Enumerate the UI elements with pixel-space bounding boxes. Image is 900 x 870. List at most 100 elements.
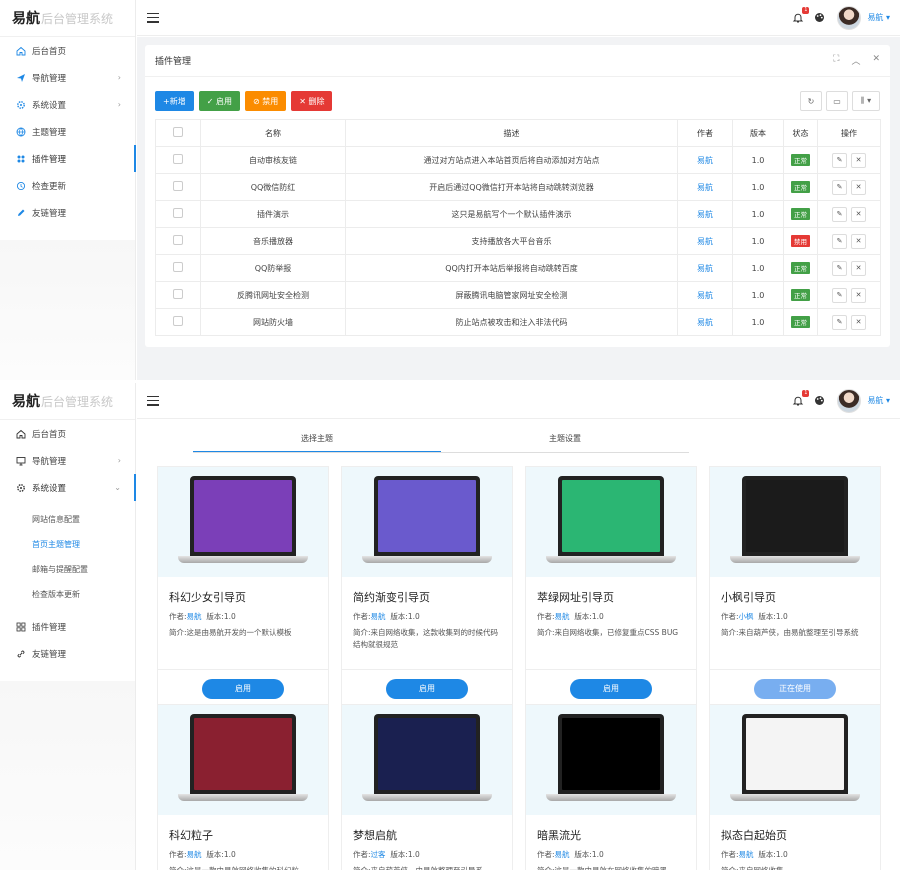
remove-icon[interactable]: ✕ (851, 287, 866, 303)
brand-logo[interactable]: 易航 后台管理系统 (0, 383, 135, 419)
add-button[interactable]: +新增 (155, 91, 194, 111)
plugin-author[interactable]: 易航 (677, 308, 733, 336)
theme-preview[interactable] (526, 467, 696, 577)
remove-icon[interactable]: ✕ (851, 179, 866, 195)
edit-icon[interactable]: ✎ (832, 314, 847, 330)
column-header[interactable]: 状态 (783, 119, 818, 147)
plugin-author[interactable]: 易航 (677, 173, 733, 201)
row-checkbox[interactable] (173, 262, 183, 272)
avatar[interactable] (837, 5, 862, 30)
theme-preview[interactable] (710, 705, 880, 815)
plugin-author[interactable]: 易航 (677, 200, 733, 228)
refresh-icon (16, 181, 26, 191)
row-checkbox[interactable] (173, 316, 183, 326)
edit-icon[interactable]: ✎ (832, 260, 847, 276)
column-header[interactable]: 名称 (200, 119, 346, 147)
sidebar-item-links[interactable]: 友链管理 (0, 199, 135, 226)
edit-icon[interactable]: ✎ (832, 179, 847, 195)
close-icon[interactable]: ✕ (872, 54, 880, 67)
user-menu[interactable]: 易航 ▾ (867, 395, 890, 406)
disable-button[interactable]: ⊘ 禁用 (244, 91, 287, 111)
menu-toggle-icon[interactable] (147, 12, 159, 23)
theme-preview[interactable] (526, 705, 696, 815)
theme-preview[interactable] (158, 467, 328, 577)
edit-icon[interactable]: ✎ (832, 287, 847, 303)
sidebar-item-themes[interactable]: 主题管理 (0, 118, 135, 145)
sidebar-item-settings[interactable]: 系统设置 ⌄ (0, 474, 136, 501)
enable-theme-button[interactable]: 启用 (202, 678, 284, 699)
nav-label: 友链管理 (32, 649, 67, 660)
sidebar-subitem-version[interactable]: 检查版本更新 (0, 582, 135, 607)
plugin-author[interactable]: 易航 (677, 227, 733, 255)
theme-card: 萃绿网址引导页 作者:易航 版本:1.0 简介:来自网络收集，已修复重点CSS BU… (525, 466, 697, 708)
menu-toggle-icon[interactable] (147, 395, 159, 406)
edit-icon[interactable]: ✎ (832, 152, 847, 168)
row-checkbox[interactable] (173, 208, 183, 218)
sidebar-subitem-email[interactable]: 邮箱与提醒配置 (0, 557, 135, 582)
sidebar-subitem-site-info[interactable]: 网站信息配置 (0, 507, 135, 532)
palette-icon[interactable] (814, 12, 825, 23)
theme-preview[interactable] (710, 467, 880, 577)
sidebar-item-links[interactable]: 友链管理 (0, 640, 135, 667)
brand-logo[interactable]: 易航 后台管理系统 (0, 0, 135, 36)
select-all-checkbox[interactable] (173, 127, 183, 137)
sidebar-item-settings[interactable]: 系统设置 › (0, 91, 135, 118)
theme-author[interactable]: 小枫 (739, 612, 754, 621)
palette-icon[interactable] (814, 395, 825, 406)
bell-icon[interactable]: 1 (792, 6, 810, 24)
column-header[interactable]: 描述 (345, 119, 678, 147)
bell-icon[interactable]: 1 (792, 389, 810, 407)
theme-preview[interactable] (342, 467, 512, 577)
theme-preview[interactable] (342, 705, 512, 815)
delete-button[interactable]: ✕ 删除 (291, 91, 333, 111)
row-checkbox[interactable] (173, 289, 183, 299)
sidebar-item-update[interactable]: 检查更新 (0, 172, 135, 199)
theme-author[interactable]: 过客 (371, 850, 386, 859)
enable-theme-button[interactable]: 启用 (570, 678, 652, 699)
sidebar-subitem-home-theme[interactable]: 首页主题管理 (0, 532, 135, 557)
theme-author[interactable]: 易航 (187, 612, 202, 621)
tab-theme-settings[interactable]: 主题设置 (441, 428, 689, 452)
refresh-icon[interactable]: ↻ (800, 91, 822, 111)
remove-icon[interactable]: ✕ (851, 152, 866, 168)
plugin-author[interactable]: 易航 (677, 146, 733, 174)
collapse-icon[interactable]: ︿ (851, 54, 860, 67)
sidebar-item-home[interactable]: 后台首页 (0, 37, 135, 64)
enable-theme-button[interactable]: 启用 (386, 678, 468, 699)
sidebar-item-home[interactable]: 后台首页 (0, 420, 135, 447)
enable-button[interactable]: ✓ 启用 (198, 91, 240, 111)
user-menu[interactable]: 易航 ▾ (867, 12, 890, 23)
monitor-icon[interactable]: ▭ (826, 91, 848, 111)
column-header[interactable]: 作者 (677, 119, 733, 147)
version-label: 版本: (206, 850, 224, 859)
theme-author[interactable]: 易航 (739, 850, 754, 859)
avatar[interactable] (837, 388, 862, 413)
theme-author[interactable]: 易航 (555, 850, 570, 859)
sidebar-item-plugins[interactable]: 插件管理 (0, 613, 135, 640)
theme-intro: 这是由易航开发的一个默认模板 (186, 628, 292, 637)
theme-author[interactable]: 易航 (555, 612, 570, 621)
theme-author[interactable]: 易航 (187, 850, 202, 859)
edit-icon[interactable]: ✎ (832, 233, 847, 249)
in-use-button[interactable]: 正在使用 (754, 678, 836, 699)
fullscreen-icon[interactable]: ⛶ (833, 54, 839, 67)
remove-icon[interactable]: ✕ (851, 260, 866, 276)
column-header[interactable]: 版本 (732, 119, 784, 147)
remove-icon[interactable]: ✕ (851, 314, 866, 330)
plugin-author[interactable]: 易航 (677, 254, 733, 282)
theme-preview[interactable] (158, 705, 328, 815)
row-checkbox[interactable] (173, 154, 183, 164)
sidebar-item-navigation[interactable]: 导航管理 › (0, 447, 135, 474)
remove-icon[interactable]: ✕ (851, 206, 866, 222)
edit-icon[interactable]: ✎ (832, 206, 847, 222)
chevron-right-icon: › (117, 100, 121, 109)
row-checkbox[interactable] (173, 235, 183, 245)
row-checkbox[interactable] (173, 181, 183, 191)
tab-select-theme[interactable]: 选择主题 (193, 428, 441, 452)
sidebar-item-navigation[interactable]: 导航管理 › (0, 64, 135, 91)
sidebar-item-plugins[interactable]: 插件管理 (0, 145, 136, 172)
columns-icon[interactable]: ⫼ ▾ (852, 91, 880, 111)
theme-author[interactable]: 易航 (371, 612, 386, 621)
remove-icon[interactable]: ✕ (851, 233, 866, 249)
plugin-author[interactable]: 易航 (677, 281, 733, 309)
